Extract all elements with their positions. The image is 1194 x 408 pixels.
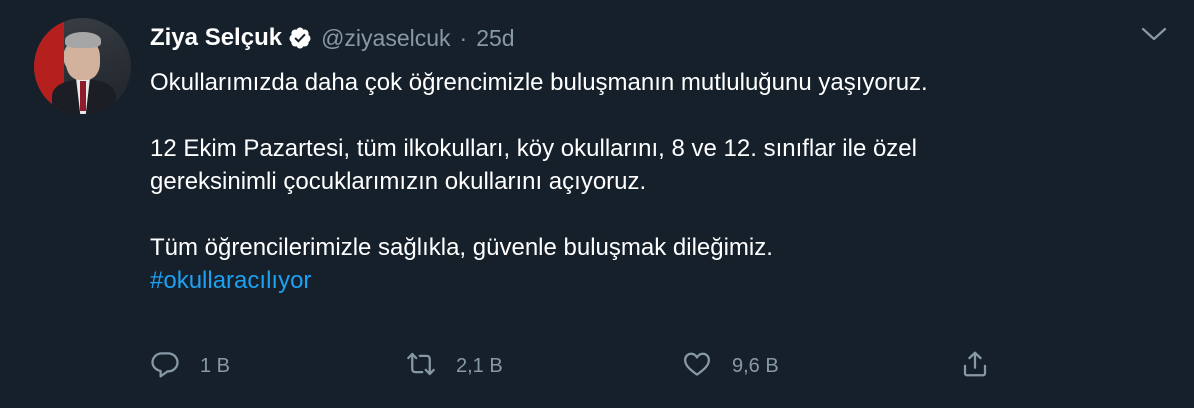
tweet-header: Ziya Selçuk @ziyaselcuk · 25d [150,20,515,56]
avatar-tie [80,81,86,111]
avatar[interactable] [34,18,131,115]
share-icon [960,349,990,384]
hashtag-link[interactable]: #okullaracılıyor [150,267,311,294]
like-button[interactable]: 9,6 B [682,346,779,386]
tweet-line: Okullarımızda daha çok öğrencimizle bulu… [150,69,928,96]
reply-button[interactable]: 1 B [150,346,230,386]
like-icon [682,349,712,384]
tweet-line: 12 Ekim Pazartesi, tüm ilkokulları, köy … [150,135,917,162]
author-handle[interactable]: @ziyaselcuk [321,25,450,52]
chevron-down-icon[interactable] [1139,22,1169,46]
tweet[interactable]: Ziya Selçuk @ziyaselcuk · 25d Okullarımı… [0,0,1194,408]
tweet-text: Okullarımızda daha çok öğrencimizle bulu… [150,66,1160,297]
retweet-count: 2,1 B [456,354,503,377]
share-button[interactable] [960,346,990,386]
reply-icon [150,349,180,384]
retweet-icon [406,349,436,384]
reply-count: 1 B [200,354,231,377]
separator-dot: · [459,24,468,51]
tweet-line: Tüm öğrencilerimizle sağlıkla, güvenle b… [150,234,773,261]
retweet-button[interactable]: 2,1 B [406,346,503,386]
author-name[interactable]: Ziya Selçuk [150,24,282,52]
tweet-actions: 1 B 2,1 B 9,6 B [150,346,1150,386]
verified-badge-icon [288,26,312,50]
tweet-line: gereksinimli çocuklarımızın okullarını a… [150,168,647,195]
tweet-timestamp[interactable]: 25d [476,25,514,52]
avatar-hair [65,32,101,48]
like-count: 9,6 B [732,354,779,377]
